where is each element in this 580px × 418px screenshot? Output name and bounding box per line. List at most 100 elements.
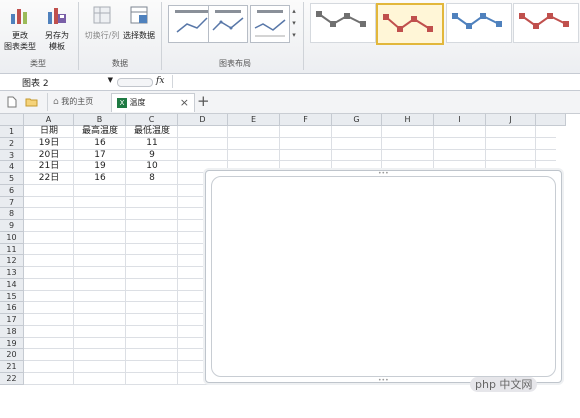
group-separator bbox=[303, 2, 304, 70]
formula-bar: 图表 2 ▼ fx bbox=[0, 74, 580, 91]
cell[interactable]: 21日 bbox=[24, 161, 74, 173]
row-header[interactable]: 8 bbox=[0, 208, 24, 220]
select-data-button[interactable]: 选择数据 bbox=[120, 4, 158, 41]
row-header[interactable]: 1 bbox=[0, 126, 24, 138]
cell[interactable]: 11 bbox=[126, 138, 178, 150]
chart-object[interactable]: ••• ••• bbox=[205, 170, 562, 384]
row-header[interactable]: 3 bbox=[0, 149, 24, 162]
row-header[interactable]: 5 bbox=[0, 173, 24, 185]
save-as-template-label: 另存为 模板 bbox=[45, 31, 69, 51]
row-header[interactable]: 10 bbox=[0, 231, 24, 244]
row-header[interactable]: 21 bbox=[0, 361, 24, 373]
layout-thumbnail-icon bbox=[212, 10, 244, 31]
column-header[interactable]: H bbox=[382, 114, 434, 126]
cell-header[interactable]: 日期 bbox=[24, 126, 74, 138]
ribbon: 更改 图表类型 另存为 模板 类型 切换行/列 选择数据 数据 ▴ ▾ ▾ 图表… bbox=[0, 0, 580, 74]
cell[interactable]: 17 bbox=[74, 150, 126, 162]
column-header[interactable]: F bbox=[280, 114, 332, 126]
layout-thumbnail-icon bbox=[254, 10, 286, 37]
column-header[interactable]: J bbox=[486, 114, 536, 126]
row-header[interactable]: 16 bbox=[0, 302, 24, 314]
row-header[interactable]: 18 bbox=[0, 325, 24, 338]
open-folder-icon[interactable] bbox=[25, 97, 38, 107]
function-icon[interactable]: fx bbox=[156, 76, 164, 86]
group-type-label: 类型 bbox=[30, 59, 46, 68]
cell[interactable]: 9 bbox=[126, 150, 178, 162]
add-tab-icon[interactable]: + bbox=[197, 92, 210, 110]
style-thumbnail-icon bbox=[383, 14, 433, 32]
cell-header[interactable]: 最低温度 bbox=[126, 126, 178, 138]
group-layout-label: 图表布局 bbox=[219, 59, 251, 68]
new-document-icon[interactable] bbox=[7, 96, 17, 108]
row-header[interactable]: 15 bbox=[0, 290, 24, 303]
chart-style-3[interactable] bbox=[446, 3, 512, 43]
row-header[interactable]: 2 bbox=[0, 137, 24, 150]
switch-row-column-icon bbox=[93, 6, 111, 24]
chart-type-icon bbox=[11, 9, 27, 24]
chart-layout-3[interactable] bbox=[250, 5, 290, 43]
column-header[interactable]: D bbox=[178, 114, 228, 126]
cell[interactable]: 8 bbox=[126, 173, 178, 185]
select-data-label: 选择数据 bbox=[123, 31, 155, 40]
cell-header[interactable]: 最高温度 bbox=[74, 126, 126, 138]
home-icon: ⌂ bbox=[53, 97, 59, 107]
watermark-text: php 中文网 bbox=[470, 377, 538, 392]
close-tab-icon[interactable]: × bbox=[180, 94, 189, 112]
row-header[interactable]: 19 bbox=[0, 337, 24, 350]
chart-plot-area[interactable] bbox=[211, 176, 556, 377]
row-header[interactable]: 13 bbox=[0, 267, 24, 279]
layout-more-arrow-icon[interactable]: ▴ ▾ ▾ bbox=[290, 5, 298, 41]
row-header[interactable]: 20 bbox=[0, 349, 24, 361]
column-header[interactable]: C bbox=[126, 114, 178, 126]
chart-style-4[interactable] bbox=[513, 3, 579, 43]
row-header[interactable]: 12 bbox=[0, 255, 24, 267]
cell[interactable]: 10 bbox=[126, 161, 178, 173]
row-header[interactable]: 4 bbox=[0, 161, 24, 173]
row-header[interactable]: 22 bbox=[0, 372, 24, 385]
chart-style-1[interactable] bbox=[310, 3, 376, 43]
column-header[interactable]: G bbox=[332, 114, 382, 126]
column-header[interactable]: B bbox=[74, 114, 126, 126]
excel-file-icon: X bbox=[117, 97, 127, 108]
resize-handle-bottom[interactable]: ••• bbox=[378, 377, 389, 384]
style-thumbnail-icon bbox=[316, 11, 366, 27]
cell[interactable]: 16 bbox=[74, 138, 126, 150]
tab-sheet[interactable]: X 温度 × bbox=[111, 93, 195, 112]
switch-row-column-label: 切换行/列 bbox=[84, 31, 120, 40]
row-header[interactable]: 14 bbox=[0, 278, 24, 291]
name-box[interactable]: 图表 2 ▼ bbox=[22, 76, 115, 89]
tab-home[interactable]: ⌂ 我的主页 bbox=[47, 93, 110, 111]
cell[interactable]: 19日 bbox=[24, 138, 74, 150]
group-separator bbox=[161, 2, 162, 70]
row-header[interactable]: 11 bbox=[0, 243, 24, 256]
row-header[interactable]: 7 bbox=[0, 196, 24, 209]
column-header-filler bbox=[536, 114, 566, 126]
column-header[interactable]: A bbox=[24, 114, 74, 126]
chart-style-2-selected[interactable] bbox=[376, 3, 444, 45]
save-as-template-button[interactable]: 另存为 模板 bbox=[40, 4, 74, 52]
zoom-slider-icon[interactable] bbox=[117, 78, 153, 87]
column-header[interactable]: I bbox=[434, 114, 486, 126]
tab-home-label: 我的主页 bbox=[61, 97, 94, 106]
select-all-corner[interactable] bbox=[0, 114, 24, 126]
select-data-icon bbox=[130, 6, 148, 24]
style-thumbnail-icon bbox=[519, 13, 569, 29]
cell[interactable]: 20日 bbox=[24, 150, 74, 162]
column-header[interactable]: E bbox=[228, 114, 280, 126]
name-box-dropdown-icon[interactable]: ▼ bbox=[108, 76, 113, 84]
group-separator bbox=[78, 2, 79, 70]
cell[interactable]: 16 bbox=[74, 173, 126, 185]
chart-layout-2[interactable] bbox=[208, 5, 248, 43]
row-header[interactable]: 6 bbox=[0, 184, 24, 197]
row-header[interactable]: 9 bbox=[0, 220, 24, 232]
resize-handle-top[interactable]: ••• bbox=[378, 170, 389, 177]
cell[interactable]: 22日 bbox=[24, 173, 74, 185]
formula-input[interactable] bbox=[172, 75, 579, 88]
switch-row-column-button[interactable]: 切换行/列 bbox=[80, 4, 124, 41]
save-template-icon bbox=[48, 8, 66, 24]
change-chart-type-button[interactable]: 更改 图表类型 bbox=[3, 4, 37, 52]
cell[interactable]: 19 bbox=[74, 161, 126, 173]
style-thumbnail-icon bbox=[452, 13, 502, 29]
row-header[interactable]: 17 bbox=[0, 314, 24, 326]
group-data-label: 数据 bbox=[112, 59, 128, 68]
